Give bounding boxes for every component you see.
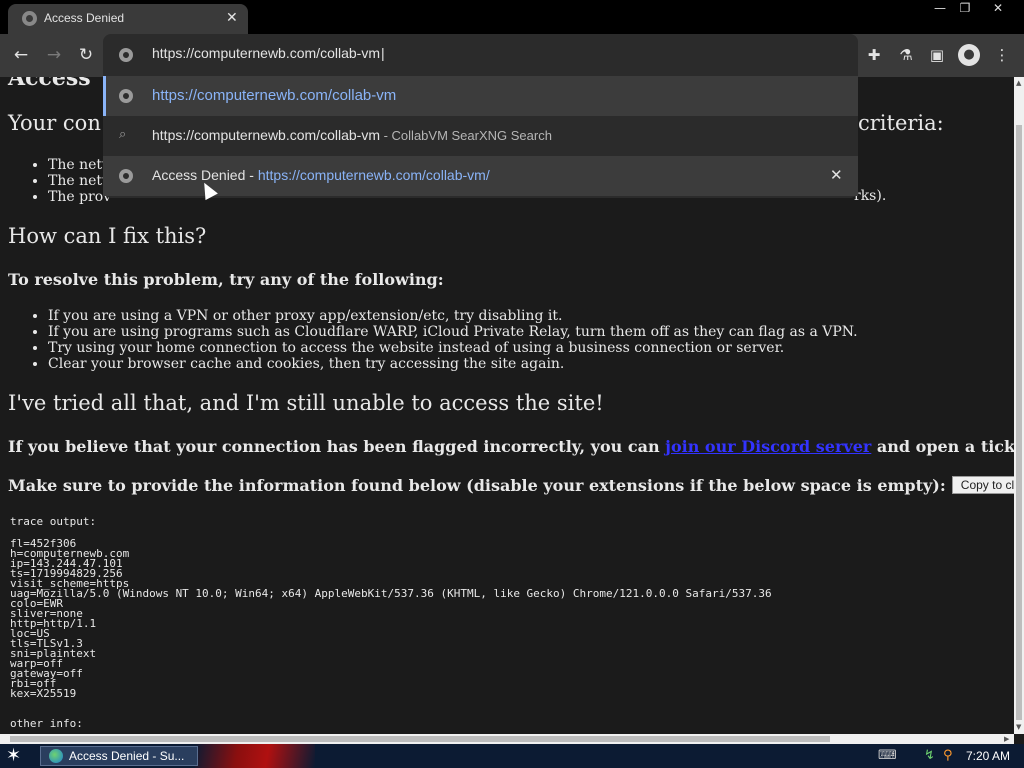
fix-heading: How can I fix this?: [8, 224, 207, 248]
trace-line: h=computernewb.com: [10, 547, 130, 560]
trace-line: sni=plaintext: [10, 647, 97, 660]
flask-icon[interactable]: ⚗: [895, 44, 917, 66]
suggestion-history-title: Access Denied: [152, 167, 246, 183]
close-icon[interactable]: ✕: [226, 9, 238, 26]
resolve-heading: To resolve this problem, try any of the …: [8, 270, 444, 289]
remove-suggestion-icon[interactable]: ✕: [830, 166, 843, 184]
scrollbar-thumb[interactable]: [1016, 125, 1022, 720]
network-icon[interactable]: ↯: [924, 748, 935, 763]
trace-line: tls=TLSv1.3: [10, 637, 83, 650]
suggestion-separator: -: [245, 167, 258, 183]
suggestion-search[interactable]: ⌕ https://computernewb.com/collab-vm - C…: [103, 116, 858, 156]
trace-line: loc=US: [10, 627, 50, 640]
trace-line: gateway=off: [10, 667, 83, 680]
taskbar-decoration: [195, 744, 315, 768]
other-info-label: other info:: [10, 717, 83, 730]
suggestion-search-engine: CollabVM SearXNG Search: [391, 128, 552, 143]
criteria-heading-right: criteria:: [858, 111, 944, 135]
search-icon: ⌕: [119, 127, 127, 142]
suggestion-history-url: https://computernewb.com/collab-vm/: [257, 167, 490, 183]
globe-icon: [22, 11, 37, 26]
list-item: Try using your home connection to access…: [48, 340, 858, 356]
sidebar-icon[interactable]: ▣: [926, 44, 948, 66]
resolve-list: If you are using a VPN or other proxy ap…: [48, 308, 858, 372]
keyboard-icon[interactable]: ⌨: [878, 748, 897, 763]
provide-paragraph: Make sure to provide the information fou…: [8, 476, 1014, 495]
trace-line: uag=Mozilla/5.0 (Windows NT 10.0; Win64;…: [10, 587, 772, 600]
trace-line: rbi=off: [10, 677, 57, 690]
suggestion-search-query: https://computernewb.com/collab-vm: [152, 127, 380, 143]
search-icon[interactable]: ⚲: [943, 748, 953, 763]
scroll-up-icon[interactable]: ▲: [1016, 79, 1021, 87]
taskbar-item-label: Access Denied - Su...: [69, 749, 185, 763]
criteria-heading-left: Your con: [8, 111, 101, 135]
omnibox: https://computernewb.com/collab-vm https…: [103, 34, 858, 198]
globe-icon: [119, 89, 133, 103]
scroll-right-icon[interactable]: ▶: [1004, 735, 1009, 743]
horizontal-scrollbar[interactable]: ▶: [0, 734, 1014, 744]
menu-icon[interactable]: ⋮: [991, 44, 1013, 66]
trace-line: colo=EWR: [10, 597, 63, 610]
list-item-tail: rks).: [854, 188, 887, 204]
suggestion-search-text: https://computernewb.com/collab-vm - Col…: [152, 127, 552, 143]
flagged-text-end: and open a ticket.: [876, 437, 1014, 456]
flagged-text: If you believe that your connection has …: [8, 437, 666, 456]
forward-button[interactable]: →: [41, 42, 67, 68]
list-item: If you are using programs such as Cloudf…: [48, 324, 858, 340]
scroll-down-icon[interactable]: ▼: [1016, 723, 1021, 731]
copy-to-clipboard-button[interactable]: Copy to clipboard: [951, 476, 1014, 494]
vertical-scrollbar[interactable]: ▲ ▼: [1014, 77, 1024, 734]
flagged-paragraph: If you believe that your connection has …: [8, 437, 1014, 456]
start-button[interactable]: ✶: [6, 746, 28, 766]
list-item: If you are using a VPN or other proxy ap…: [48, 308, 858, 324]
suggestion-url-text: https://computernewb.com/collab-vm: [152, 87, 397, 104]
globe-icon: [119, 169, 133, 183]
restore-button[interactable]: ❐: [950, 0, 980, 18]
provide-text: Make sure to provide the information fou…: [8, 476, 946, 495]
trace-line: sliver=none: [10, 607, 83, 620]
trace-lines: fl=452f306 h=computernewb.com ip=143.244.4…: [10, 538, 772, 700]
discord-link[interactable]: join our Discord server: [665, 437, 871, 456]
trace-line: http=http/1.1: [10, 617, 97, 630]
browser-tab[interactable]: Access Denied ✕: [8, 4, 248, 34]
scrollbar-thumb[interactable]: [10, 736, 830, 742]
trace-line: kex=X25519: [10, 687, 77, 700]
suggestion-history-text: Access Denied - https://computernewb.com…: [152, 167, 490, 183]
suggestion-separator: -: [379, 128, 392, 143]
address-bar[interactable]: https://computernewb.com/collab-vm: [103, 34, 858, 76]
puzzle-icon[interactable]: ✚: [863, 44, 885, 66]
globe-icon: [119, 48, 133, 62]
profile-icon[interactable]: ●: [958, 44, 980, 66]
title-bar: Access Denied ✕ — ❐ ✕: [0, 0, 1024, 34]
back-button[interactable]: ←: [8, 42, 34, 68]
tried-heading: I've tried all that, and I'm still unabl…: [8, 391, 604, 415]
page-title: Access: [8, 77, 91, 91]
trace-output: trace output: fl=452f306 h=computernewb.c…: [10, 515, 772, 731]
address-input[interactable]: https://computernewb.com/collab-vm: [152, 45, 385, 61]
taskbar-item-browser[interactable]: Access Denied - Su...: [40, 746, 198, 766]
reload-button[interactable]: ↻: [73, 42, 99, 68]
list-item: Clear your browser cache and cookies, th…: [48, 356, 858, 372]
chrome-icon: [49, 749, 63, 763]
trace-line: ip=143.244.47.101: [10, 557, 123, 570]
window-close-button[interactable]: ✕: [983, 0, 1013, 18]
trace-header: trace output:: [10, 515, 97, 528]
tab-title: Access Denied: [44, 11, 125, 25]
trace-line: warp=off: [10, 657, 63, 670]
taskbar: ✶ Access Denied - Su... ⌨ ↯ ⚲ 7:20 AM: [0, 744, 1024, 768]
suggestion-url[interactable]: https://computernewb.com/collab-vm: [103, 76, 858, 116]
clock: 7:20 AM: [966, 749, 1011, 763]
